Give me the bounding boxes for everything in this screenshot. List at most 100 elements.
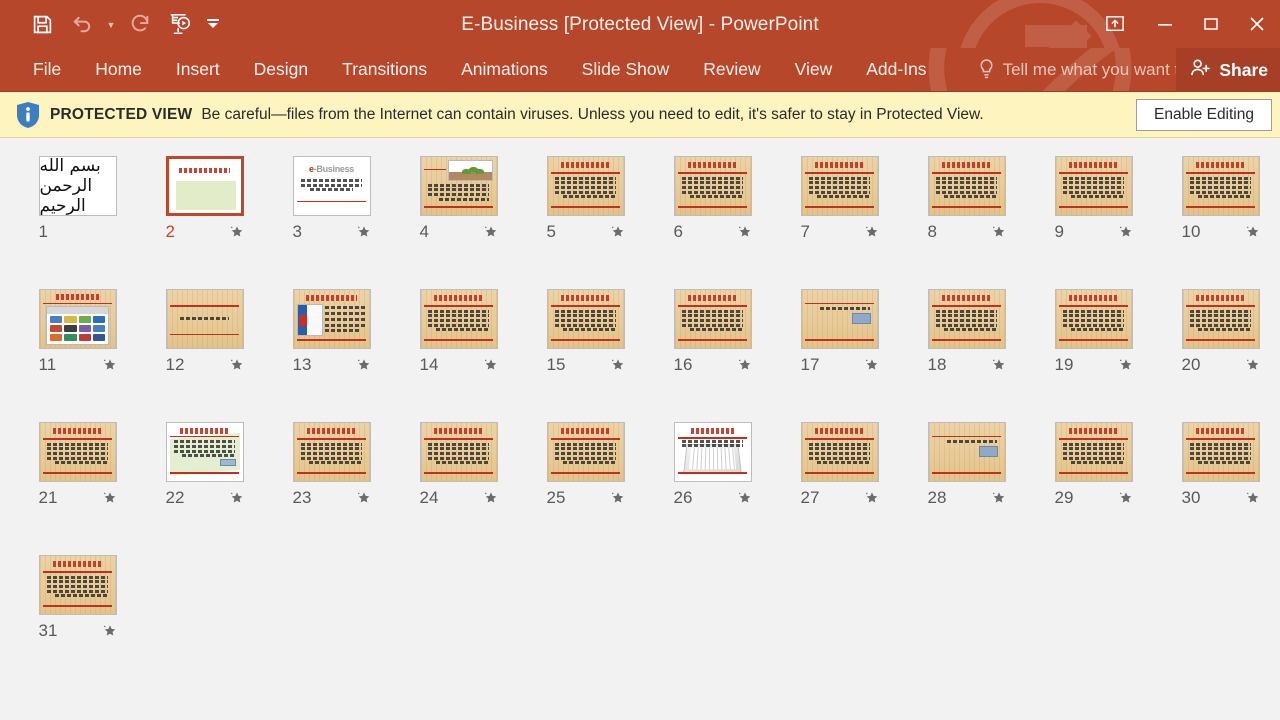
star-icon[interactable] [992, 225, 1006, 239]
slide-thumb-wrap[interactable] [673, 422, 752, 482]
slide-thumbnail-14[interactable]: 14 [395, 289, 522, 422]
slide-thumb-wrap[interactable] [673, 289, 752, 349]
undo-dropdown-icon[interactable]: ▼ [102, 2, 120, 46]
slide-thumbnail-23[interactable]: 23 [268, 422, 395, 555]
tab-insert[interactable]: Insert [161, 55, 235, 84]
slide-preview[interactable] [165, 156, 244, 216]
slide-thumbnail-3[interactable]: e-Business 3 [268, 156, 395, 289]
star-icon[interactable] [230, 491, 244, 505]
slide-thumbnail-29[interactable]: 29 [1030, 422, 1157, 555]
star-icon[interactable] [738, 491, 752, 505]
star-icon[interactable] [357, 225, 371, 239]
tab-design[interactable]: Design [239, 55, 323, 84]
tab-animations[interactable]: Animations [446, 55, 563, 84]
redo-icon[interactable] [120, 2, 160, 46]
slide-thumb-wrap[interactable] [292, 422, 371, 482]
slide-thumbnail-8[interactable]: 8 [903, 156, 1030, 289]
slide-preview[interactable] [546, 422, 625, 482]
slide-thumb-wrap[interactable] [546, 422, 625, 482]
slide-thumb-wrap[interactable] [38, 422, 117, 482]
slide-preview[interactable] [800, 289, 879, 349]
slide-thumb-wrap[interactable] [165, 422, 244, 482]
slide-thumbnail-15[interactable]: 15 [522, 289, 649, 422]
slide-preview[interactable] [165, 289, 244, 349]
slide-thumb-wrap[interactable] [165, 156, 244, 216]
slide-preview[interactable] [419, 422, 498, 482]
slide-preview[interactable]: بسم الله الرحمن الرحیم [38, 156, 117, 216]
star-icon[interactable] [738, 358, 752, 372]
slide-preview[interactable] [292, 289, 371, 349]
slide-thumb-wrap[interactable] [1181, 422, 1260, 482]
tab-home[interactable]: Home [80, 55, 157, 84]
slide-thumb-wrap[interactable] [1181, 156, 1260, 216]
slide-thumb-wrap[interactable]: بسم الله الرحمن الرحیم [38, 156, 117, 216]
slide-thumbnail-25[interactable]: 25 [522, 422, 649, 555]
star-icon[interactable] [357, 491, 371, 505]
enable-editing-button[interactable]: Enable Editing [1136, 99, 1272, 131]
slide-thumb-wrap[interactable] [1181, 289, 1260, 349]
slide-thumb-wrap[interactable] [927, 289, 1006, 349]
maximize-icon[interactable] [1188, 4, 1234, 44]
slide-thumbnail-11[interactable]: 11 [14, 289, 141, 422]
slide-thumb-wrap[interactable] [419, 289, 498, 349]
undo-icon[interactable] [62, 2, 102, 46]
slide-thumbnail-16[interactable]: 16 [649, 289, 776, 422]
slide-thumbnail-12[interactable]: 12 [141, 289, 268, 422]
slide-preview[interactable] [419, 156, 498, 216]
slide-thumbnail-6[interactable]: 6 [649, 156, 776, 289]
customize-quick-access-toolbar-icon[interactable] [200, 2, 226, 46]
slide-thumbnail-26[interactable]: 26 [649, 422, 776, 555]
slide-thumbnail-30[interactable]: 30 [1157, 422, 1280, 555]
star-icon[interactable] [611, 225, 625, 239]
slide-preview[interactable] [927, 289, 1006, 349]
star-icon[interactable] [103, 491, 117, 505]
slide-thumb-wrap[interactable] [1054, 156, 1133, 216]
star-icon[interactable] [992, 358, 1006, 372]
ribbon-display-options-icon[interactable] [1088, 4, 1142, 44]
star-icon[interactable] [1246, 491, 1260, 505]
slide-preview[interactable] [800, 422, 879, 482]
star-icon[interactable] [103, 358, 117, 372]
slide-thumbnail-20[interactable]: 20 [1157, 289, 1280, 422]
slide-preview[interactable] [292, 422, 371, 482]
slide-thumb-wrap[interactable] [546, 289, 625, 349]
star-icon[interactable] [357, 358, 371, 372]
slide-thumb-wrap[interactable] [927, 156, 1006, 216]
slide-sorter-pane[interactable]: بسم الله الرحمن الرحیم 1 2 e-Business 3 … [0, 138, 1280, 720]
star-icon[interactable] [484, 491, 498, 505]
save-icon[interactable] [22, 2, 62, 46]
star-icon[interactable] [230, 225, 244, 239]
tab-review[interactable]: Review [688, 55, 775, 84]
start-presentation-icon[interactable] [160, 2, 200, 46]
slide-thumbnail-19[interactable]: 19 [1030, 289, 1157, 422]
slide-thumbnail-21[interactable]: 21 [14, 422, 141, 555]
slide-preview[interactable] [38, 422, 117, 482]
slide-preview[interactable]: e-Business [292, 156, 371, 216]
slide-preview[interactable] [38, 555, 117, 615]
slide-thumb-wrap[interactable] [165, 289, 244, 349]
slide-thumbnail-1[interactable]: بسم الله الرحمن الرحیم 1 [14, 156, 141, 289]
slide-thumbnail-24[interactable]: 24 [395, 422, 522, 555]
slide-thumbnail-17[interactable]: 17 [776, 289, 903, 422]
slide-preview[interactable] [673, 422, 752, 482]
tab-add-ins[interactable]: Add-Ins [851, 55, 941, 84]
slide-preview[interactable] [1181, 422, 1260, 482]
star-icon[interactable] [484, 225, 498, 239]
star-icon[interactable] [865, 491, 879, 505]
slide-preview[interactable] [1054, 156, 1133, 216]
slide-thumb-wrap[interactable] [1054, 289, 1133, 349]
slide-thumb-wrap[interactable] [419, 156, 498, 216]
close-icon[interactable] [1234, 4, 1280, 44]
slide-thumb-wrap[interactable] [673, 156, 752, 216]
slide-preview[interactable] [927, 156, 1006, 216]
slide-preview[interactable] [546, 156, 625, 216]
slide-thumbnail-22[interactable]: 22 [141, 422, 268, 555]
star-icon[interactable] [611, 491, 625, 505]
slide-thumbnail-4[interactable]: 4 [395, 156, 522, 289]
slide-thumb-wrap[interactable] [419, 422, 498, 482]
slide-preview[interactable] [673, 289, 752, 349]
slide-thumb-wrap[interactable] [1054, 422, 1133, 482]
slide-thumbnail-18[interactable]: 18 [903, 289, 1030, 422]
slide-thumbnail-10[interactable]: 10 [1157, 156, 1280, 289]
star-icon[interactable] [1119, 225, 1133, 239]
